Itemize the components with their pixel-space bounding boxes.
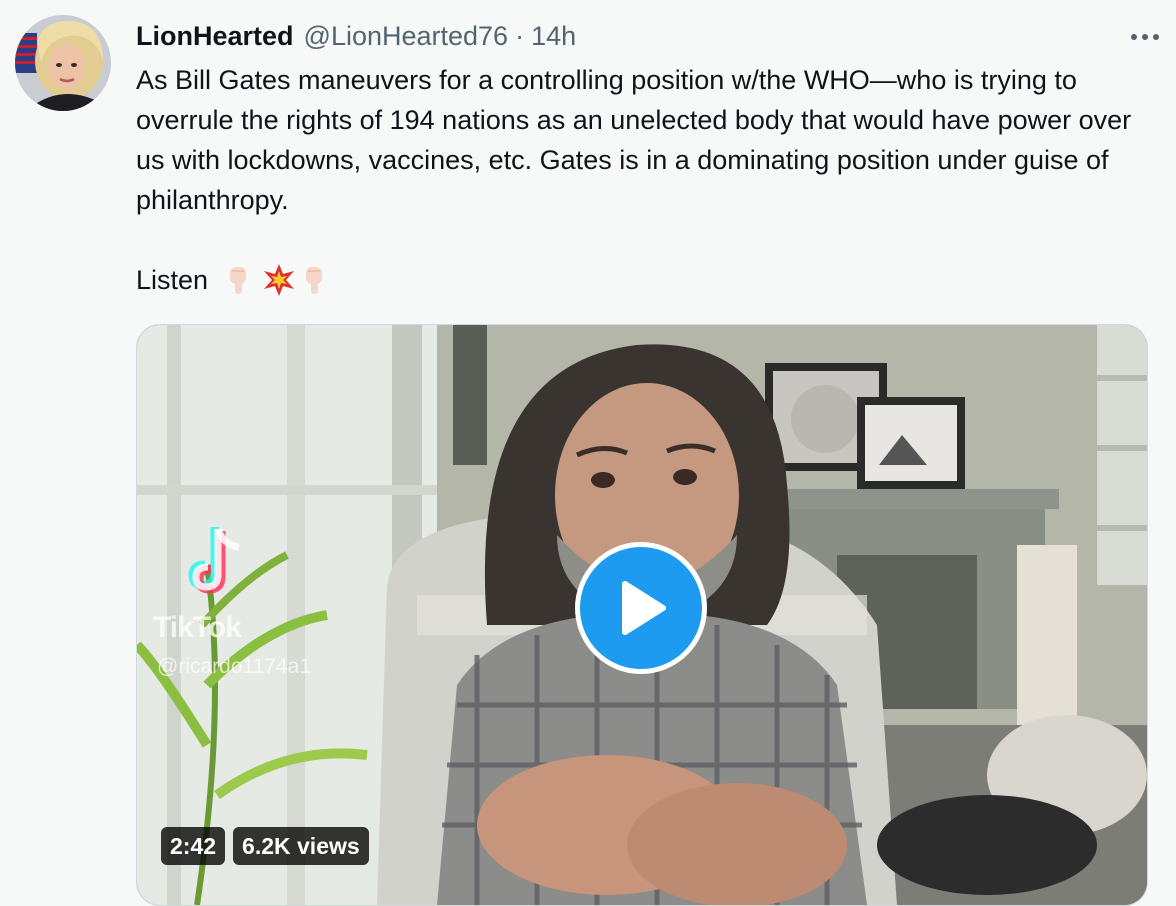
display-name[interactable]: LionHearted xyxy=(136,21,294,52)
more-icon xyxy=(1131,34,1159,40)
watermark-handle: @ricardo1174a1 xyxy=(157,655,312,678)
header-separator: · xyxy=(515,20,525,51)
tweet-header: LionHearted @LionHearted76 · 14h xyxy=(136,18,576,54)
tweet-text: As Bill Gates maneuvers for a controllin… xyxy=(136,60,1156,220)
timestamp[interactable]: 14h xyxy=(531,21,576,52)
avatar-image xyxy=(15,15,111,111)
play-icon xyxy=(622,581,666,635)
play-button[interactable] xyxy=(575,542,707,674)
tweet-listen-line: Listen xyxy=(136,260,332,300)
video-player[interactable]: TikTok @ricardo1174a1 2:42 6.2K views xyxy=(136,324,1148,906)
user-handle[interactable]: @LionHearted76 xyxy=(304,21,509,52)
video-duration: 2:42 xyxy=(161,827,226,865)
tiktok-logo-icon xyxy=(188,527,240,594)
more-options-button[interactable] xyxy=(1128,20,1162,54)
tiktok-watermark: TikTok @ricardo1174a1 xyxy=(153,519,373,689)
tweet-paragraph: As Bill Gates maneuvers for a controllin… xyxy=(136,65,1132,215)
tweet[interactable]: LionHearted @LionHearted76 · 14h As Bill… xyxy=(0,0,1176,906)
listen-text: Listen xyxy=(136,264,209,295)
collision-icon xyxy=(264,264,295,296)
video-views: 6.2K views xyxy=(233,827,369,865)
video-badges: 2:42 6.2K views xyxy=(161,827,377,865)
point-down-icon xyxy=(230,267,247,294)
avatar[interactable] xyxy=(15,15,111,111)
watermark-name: TikTok xyxy=(153,611,242,644)
social-context xyxy=(85,0,345,6)
point-down-icon xyxy=(306,267,323,294)
pin-icon xyxy=(85,0,99,4)
